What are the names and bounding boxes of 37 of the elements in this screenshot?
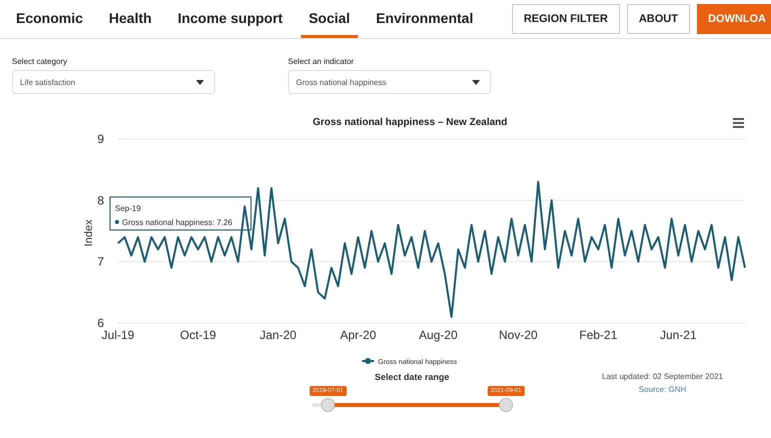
chart-title: Gross national happiness – New Zealand [312, 117, 508, 128]
nav-tab[interactable]: Social [300, 0, 358, 38]
nav-tab[interactable]: Income support [170, 0, 291, 38]
nav-button[interactable]: ABOUT [626, 4, 690, 34]
nav-button[interactable]: REGION FILTER [512, 4, 620, 34]
last-updated-text: Last updated: 02 September 2021 [602, 372, 723, 381]
tooltip-title: Sep-19 [115, 204, 141, 213]
x-tick-label: Jun-21 [660, 328, 697, 342]
slider-label: Select date range [374, 372, 450, 382]
y-axis-label: Index [83, 220, 95, 246]
x-tick-label: Nov-20 [498, 328, 538, 342]
tooltip-text: Gross national happiness: 7.26 [122, 218, 232, 227]
x-tick-label: Apr-20 [340, 328, 376, 342]
nav-tab[interactable]: Environmental [368, 0, 482, 38]
filter-label: Select category [12, 57, 68, 66]
x-tick-label: Aug-20 [418, 328, 458, 342]
caret-icon [472, 80, 480, 84]
dropdown[interactable]: Gross national happiness [288, 70, 491, 94]
dropdown[interactable]: Life satisfaction [12, 70, 215, 94]
source-link[interactable]: Source: GNH [638, 385, 686, 394]
slider-handle[interactable] [499, 398, 513, 412]
nav-tab[interactable]: Health [100, 0, 160, 38]
menu-icon[interactable] [733, 118, 744, 128]
slider-handle[interactable] [321, 398, 335, 412]
y-tick-label: 7 [97, 254, 104, 269]
y-tick-label: 8 [97, 193, 104, 208]
x-tick-label: Feb-21 [579, 328, 618, 342]
nav-tab[interactable]: Economic [8, 0, 91, 38]
series-dot [115, 220, 119, 224]
x-tick-label: Oct-19 [180, 328, 216, 342]
caret-icon [196, 80, 204, 84]
legend-symbol-icon[interactable] [362, 358, 374, 364]
x-tick-label: Jul-19 [102, 328, 134, 342]
y-tick-label: 6 [97, 316, 104, 330]
filter-label: Select an indicator [288, 57, 355, 66]
x-tick-label: Jan-20 [260, 328, 296, 342]
y-tick-label: 9 [97, 132, 104, 146]
